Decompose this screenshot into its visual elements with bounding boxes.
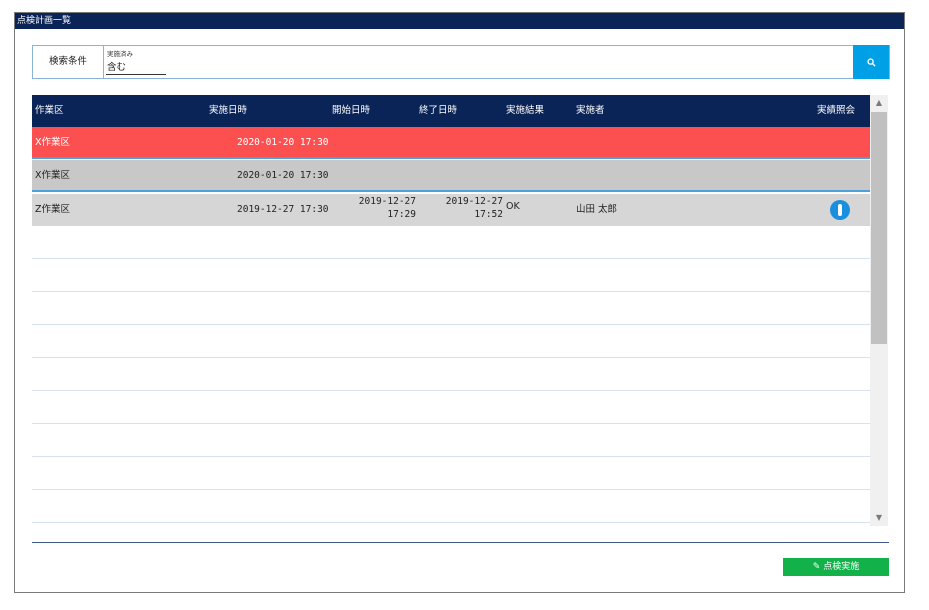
cell-scheduled: 2020-01-20 17:30 [237,137,329,148]
empty-row [32,425,870,457]
empty-row [32,359,870,391]
cell-scheduled: 2020-01-20 17:30 [237,170,329,181]
inspection-plan-window: 点検計画一覧 検索条件 実施済み 含む 作業区 実施日時 開始日時 終了日時 実… [14,12,905,593]
search-condition-label: 検索条件 [33,46,104,78]
search-condition-panel: 検索条件 実施済み 含む [32,45,890,79]
cell-end-time: 17:52 [474,209,503,220]
completed-filter-caption: 実施済み [107,50,133,58]
cell-operator: 山田 太郎 [576,204,618,215]
cell-area: Z作業区 [35,204,71,215]
scroll-thumb[interactable] [871,112,887,344]
cell-result: OK [506,201,520,212]
vertical-scrollbar[interactable]: ▲ ▼ [870,95,888,526]
inspect-execute-button[interactable]: ✎ 点検実施 [783,558,889,576]
empty-row [32,293,870,325]
table-row[interactable]: X作業区 2020-01-20 17:30 [32,127,870,159]
window-title: 点検計画一覧 [15,13,904,29]
empty-row [32,392,870,424]
empty-row [32,491,870,523]
empty-row [32,458,870,490]
table-row[interactable]: X作業区 2020-01-20 17:30 [32,160,870,192]
grid-body: X作業区 2020-01-20 17:30 X作業区 2020-01-20 17… [32,127,870,526]
search-button[interactable] [853,45,889,79]
cell-end: 2019-12-27 17:52 [437,195,503,221]
col-header-end[interactable]: 終了日時 [419,95,457,127]
cell-start-date: 2019-12-27 [358,196,416,207]
cell-start-time: 17:29 [387,209,416,220]
empty-row [32,227,870,259]
col-header-operator[interactable]: 実施者 [576,95,605,127]
search-icon [866,57,876,67]
col-header-area[interactable]: 作業区 [35,95,64,127]
cell-scheduled: 2019-12-27 17:30 [237,204,329,215]
grid-header: 作業区 実施日時 開始日時 終了日時 実施結果 実施者 実績照会 [32,95,870,127]
info-icon[interactable] [830,200,850,220]
col-header-start[interactable]: 開始日時 [332,95,370,127]
cell-start: 2019-12-27 17:29 [350,195,416,221]
completed-filter-select[interactable]: 含む [106,62,166,75]
scroll-up-icon[interactable]: ▲ [870,98,888,107]
table-row[interactable]: Z作業区 2019-12-27 17:30 2019-12-27 17:29 2… [32,194,870,226]
footer-divider [32,542,889,543]
empty-row [32,260,870,292]
cell-area: X作業区 [35,170,71,181]
cell-area: X作業区 [35,137,71,148]
empty-row [32,326,870,358]
cell-end-date: 2019-12-27 [445,196,503,207]
col-header-detail[interactable]: 実績照会 [817,95,855,127]
col-header-result[interactable]: 実施結果 [506,95,544,127]
scroll-down-icon[interactable]: ▼ [870,513,888,522]
col-header-scheduled[interactable]: 実施日時 [209,95,247,127]
